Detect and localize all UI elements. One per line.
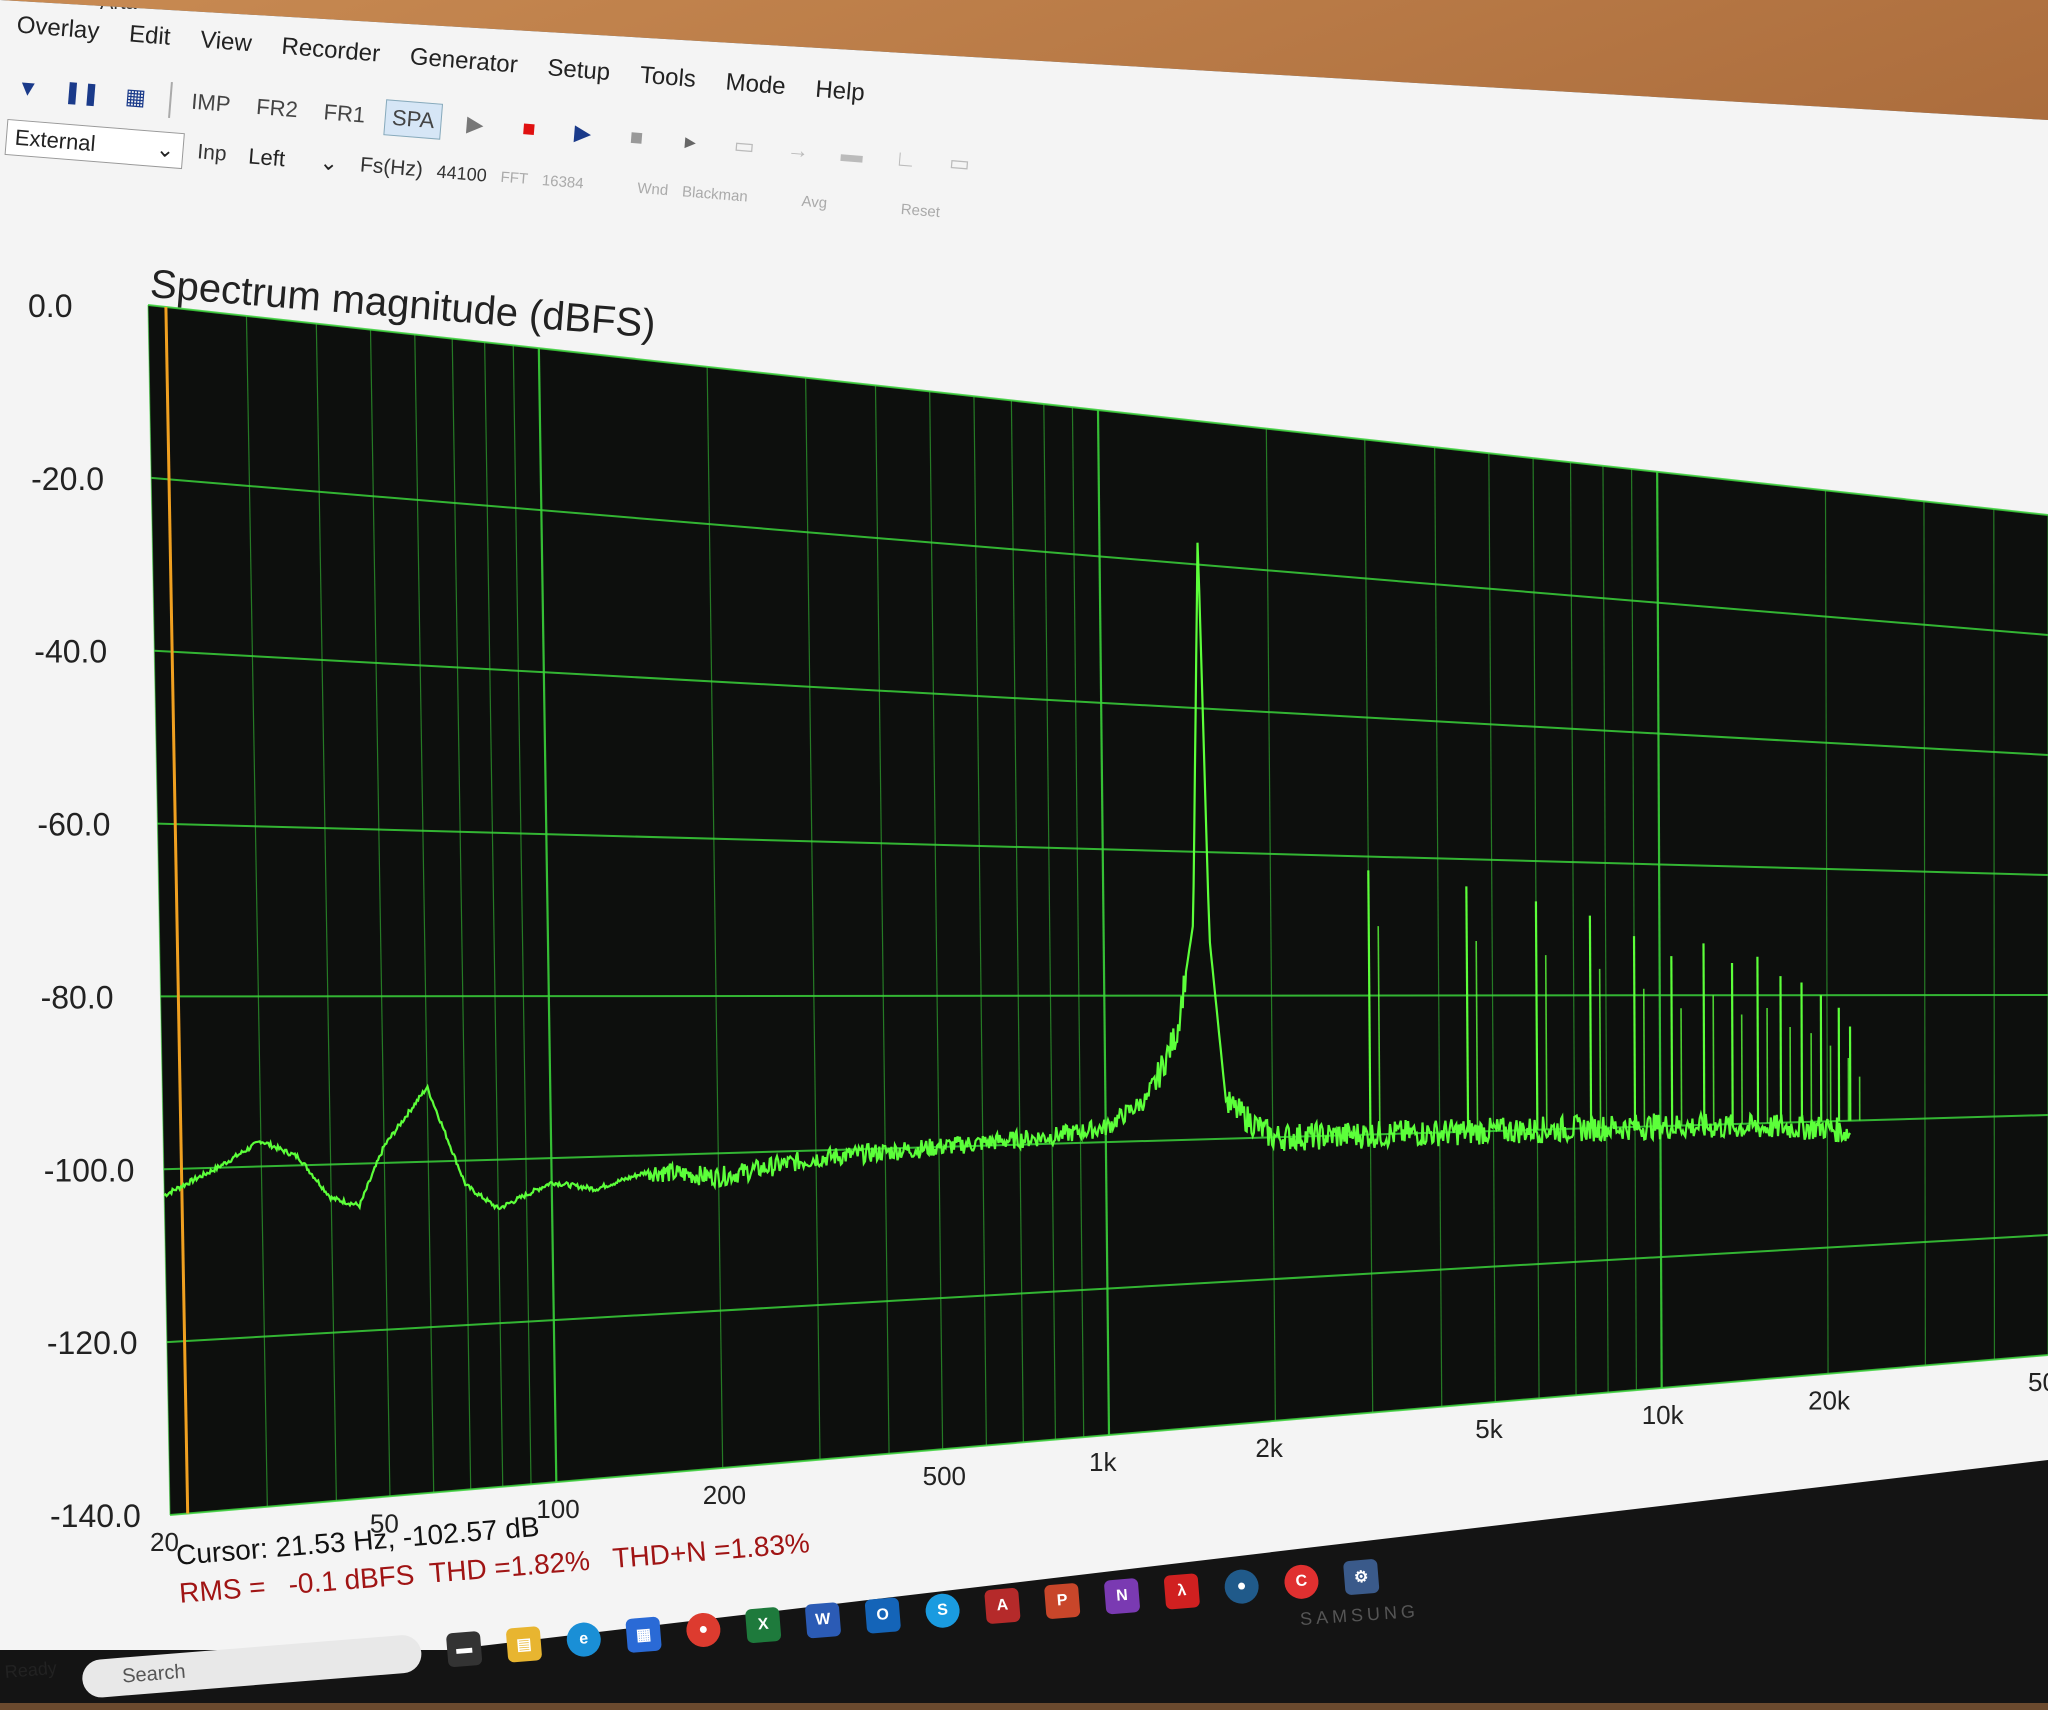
c-app-icon[interactable]: C xyxy=(1283,1564,1320,1601)
y-tick-label: -100.0 xyxy=(44,1152,135,1188)
y-tick-label: -80.0 xyxy=(41,979,114,1015)
outlook-icon[interactable]: O xyxy=(865,1597,902,1634)
excel-icon[interactable]: X xyxy=(745,1607,782,1644)
x-tick-label: 5k xyxy=(1475,1414,1503,1444)
grid-line-v xyxy=(1994,509,1995,1360)
harmonic-spike xyxy=(1780,976,1781,1123)
status-ready: Ready xyxy=(4,1658,58,1683)
store-icon[interactable]: ▦ xyxy=(625,1616,662,1653)
access-icon[interactable]: A xyxy=(984,1588,1021,1625)
spectrum-chart[interactable]: 0.0 -20.0 -40.0 -60.0 -80.0 -100.0 -120.0 -140.… xyxy=(0,0,2048,1703)
edge-icon[interactable]: e xyxy=(565,1621,602,1658)
harmonic-spike xyxy=(1713,995,1714,1124)
acrobat-icon[interactable]: λ xyxy=(1164,1573,1201,1610)
harmonic-spike xyxy=(1757,957,1758,1124)
chrome-icon[interactable]: ● xyxy=(685,1612,722,1649)
y-tick-label: 0.0 xyxy=(28,288,72,324)
harmonic-spike xyxy=(1671,956,1672,1126)
powerpoint-icon[interactable]: P xyxy=(1044,1583,1081,1620)
x-tick-label: 500 xyxy=(923,1461,966,1491)
x-tick-label: 20k xyxy=(1808,1386,1851,1416)
onenote-icon[interactable]: N xyxy=(1104,1578,1141,1615)
y-tick-label: -140.0 xyxy=(50,1498,141,1534)
x-tick-label: 1k xyxy=(1089,1447,1117,1477)
harmonic-spike xyxy=(1590,916,1591,1129)
app-icon[interactable]: ● xyxy=(1223,1568,1260,1605)
x-tick-label: 10k xyxy=(1642,1400,1685,1430)
y-tick-label: -120.0 xyxy=(47,1325,138,1361)
harmonic-spike xyxy=(1546,955,1547,1129)
harmonic-spike xyxy=(1732,963,1733,1124)
word-icon[interactable]: W xyxy=(805,1602,842,1639)
harmonic-spike xyxy=(1704,943,1705,1124)
harmonic-spike xyxy=(1681,1008,1682,1125)
harmonic-spike xyxy=(1536,901,1537,1129)
task-view-icon[interactable]: ▬ xyxy=(446,1631,483,1668)
taskbar-search-placeholder: Search xyxy=(121,1660,186,1688)
y-tick-label: -40.0 xyxy=(34,634,107,670)
x-tick-label: 50k xyxy=(2028,1367,2048,1397)
harmonic-spike xyxy=(1644,989,1645,1127)
y-tick-label: -60.0 xyxy=(37,807,110,843)
gear-icon[interactable]: ⚙ xyxy=(1343,1559,1380,1596)
harmonic-spike xyxy=(1600,969,1601,1128)
harmonic-spike xyxy=(1634,936,1635,1127)
file-explorer-icon[interactable]: ▤ xyxy=(506,1626,543,1663)
y-tick-label: -20.0 xyxy=(31,461,104,497)
screen: Arta Overlay Edit View Recorder Generato… xyxy=(0,0,2048,1650)
skype-icon[interactable]: S xyxy=(924,1592,961,1629)
x-tick-label: 2k xyxy=(1255,1433,1283,1463)
